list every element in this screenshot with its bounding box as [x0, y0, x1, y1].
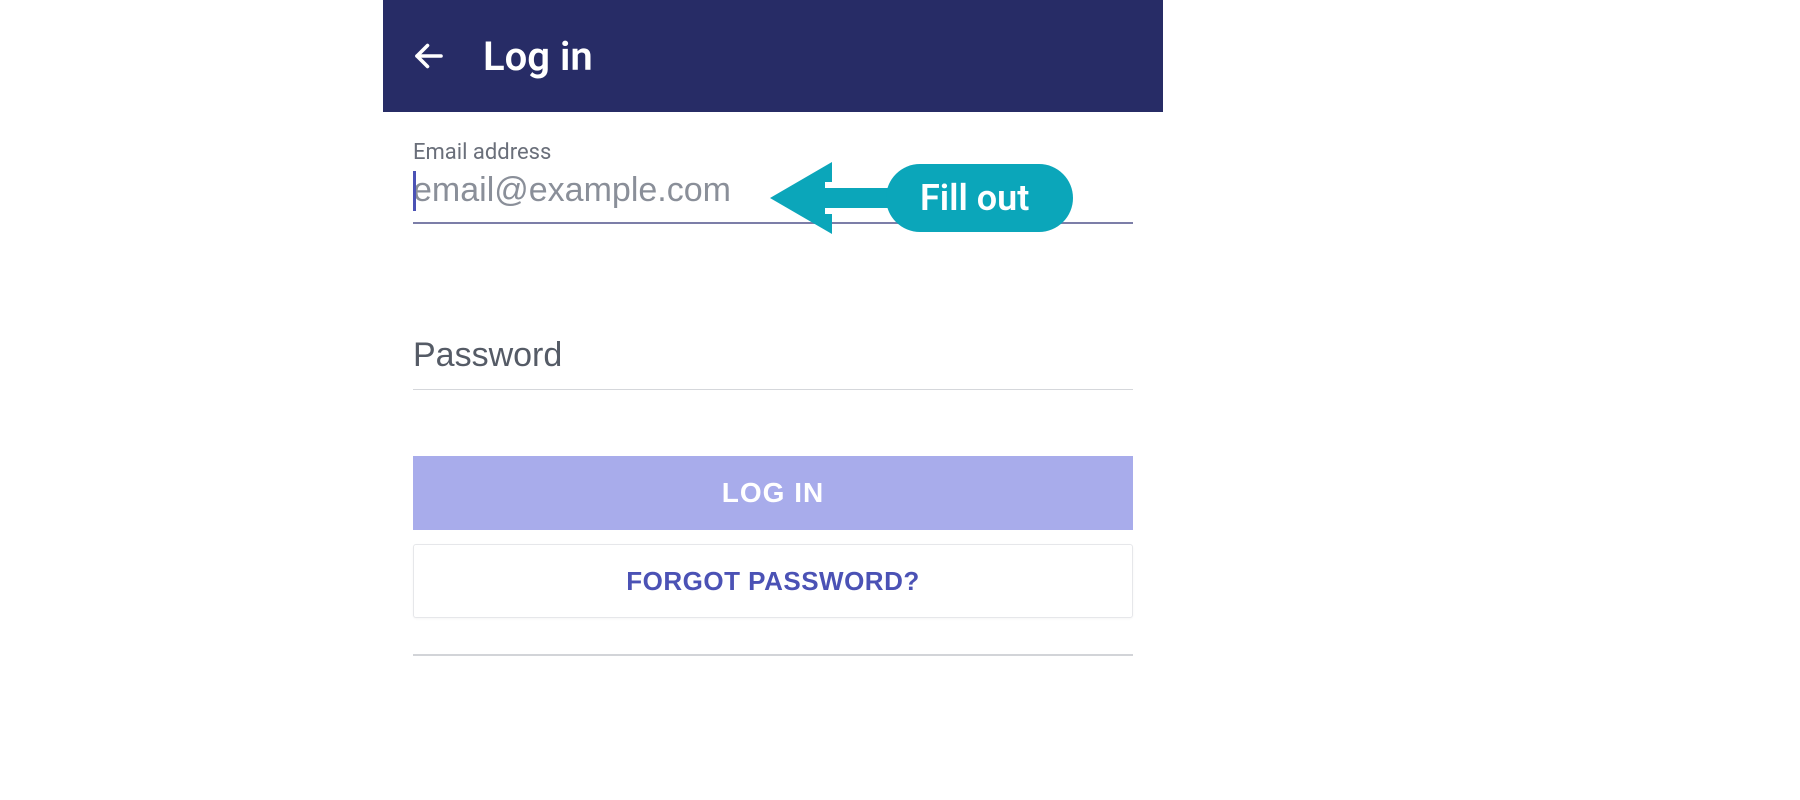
forgot-password-button[interactable]: FORGOT PASSWORD? — [413, 544, 1133, 618]
back-arrow-icon[interactable] — [411, 38, 447, 74]
text-cursor-icon — [413, 171, 416, 211]
annotation-callout: Fill out — [770, 158, 1073, 238]
annotation-label: Fill out — [886, 164, 1073, 232]
login-screen: Log in Email address LOG IN FORGOT PASSW… — [383, 0, 1163, 656]
login-button[interactable]: LOG IN — [413, 456, 1133, 530]
divider — [413, 654, 1133, 656]
password-field[interactable] — [413, 334, 1133, 377]
app-header: Log in — [383, 0, 1163, 112]
password-field-wrap — [413, 334, 1133, 390]
page-title: Log in — [483, 33, 593, 80]
password-block — [413, 334, 1133, 390]
arrow-left-icon — [770, 158, 890, 238]
